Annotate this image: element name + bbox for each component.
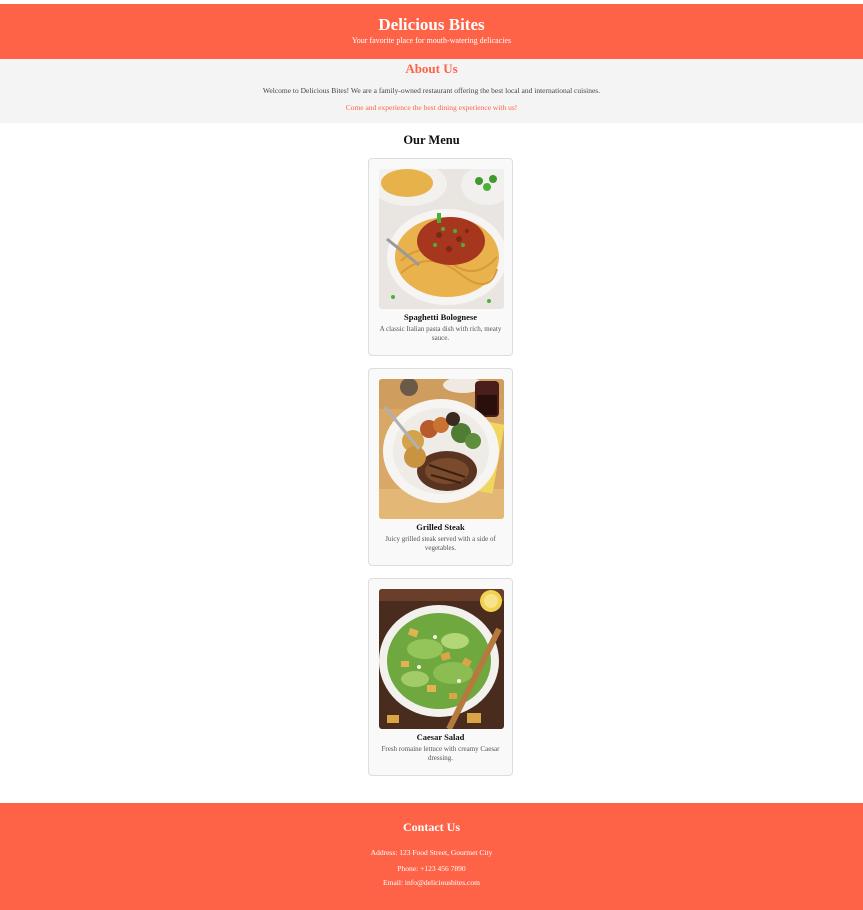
site-tagline: Your favorite place for mouth-watering d… xyxy=(351,36,512,45)
page: Delicious Bites Your favorite place for … xyxy=(0,0,863,910)
about-title: About Us xyxy=(405,61,458,76)
menu-item-name: Grilled Steak xyxy=(416,522,465,532)
menu-item-description: A classic Italian pasta dish with rich, … xyxy=(379,325,502,342)
site-header: Delicious Bites Your favorite place for … xyxy=(0,4,863,59)
menu-card-grilled-steak: Grilled Steak Juicy grilled steak served… xyxy=(368,368,513,566)
menu-item-description: Juicy grilled steak served with a side o… xyxy=(385,535,496,552)
grilled-steak-photo xyxy=(379,379,504,519)
contact-address: Address: 123 Food Street, Gourmet City xyxy=(370,848,493,857)
about-text: Welcome to Delicious Bites! We are a fam… xyxy=(262,86,601,95)
site-footer: Contact Us Address: 123 Food Street, Gou… xyxy=(0,803,863,910)
menu-item-name: Spaghetti Bolognese xyxy=(404,312,477,322)
about-cta: Come and experience the best dining expe… xyxy=(345,103,518,112)
spaghetti-bolognese-photo xyxy=(379,169,504,309)
menu-card-spaghetti-bolognese: Spaghetti Bolognese A classic Italian pa… xyxy=(368,158,513,356)
caesar-salad-photo xyxy=(379,589,504,729)
contact-email: Email: info@deliciousbites.com xyxy=(383,878,480,887)
contact-title: Contact Us xyxy=(403,820,460,834)
site-title: Delicious Bites xyxy=(378,15,485,34)
menu-card-caesar-salad: Caesar Salad Fresh romaine lettuce with … xyxy=(368,578,513,776)
menu-title: Our Menu xyxy=(403,133,460,147)
menu-item-name: Caesar Salad xyxy=(416,732,465,742)
contact-phone: Phone: +123 456 7890 xyxy=(397,864,466,873)
about-section: About Us Welcome to Delicious Bites! We … xyxy=(0,59,863,123)
menu-item-description: Fresh romaine lettuce with creamy Caesar… xyxy=(381,745,500,762)
